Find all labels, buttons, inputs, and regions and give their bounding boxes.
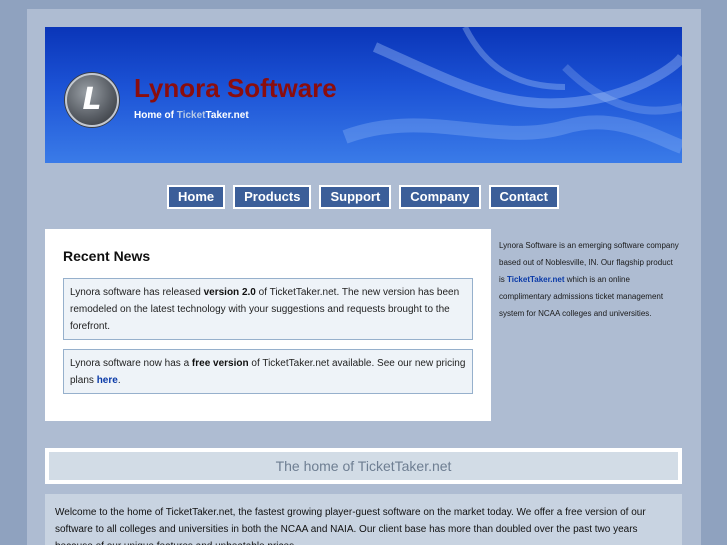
site-tagline: Home of TicketTaker.net	[134, 110, 249, 121]
nav-home-button[interactable]: Home	[167, 185, 226, 209]
page-container: L Lynora Software Home of TicketTaker.ne…	[27, 9, 701, 545]
recent-news-heading: Recent News	[63, 248, 151, 264]
news-item: Lynora software has released version 2.0…	[63, 278, 473, 340]
news-item-2-bold: free version	[191, 358, 249, 369]
news-item-1-bold: version 2.0	[203, 287, 256, 298]
tagline-taker: Taker.net	[205, 110, 249, 121]
home-banner: The home of TicketTaker.net	[45, 448, 682, 484]
recent-news-panel: Recent News Lynora software has released…	[45, 229, 491, 421]
logo-letter: L	[82, 82, 102, 117]
nav-products-button[interactable]: Products	[233, 185, 312, 209]
nav-support-button[interactable]: Support	[319, 185, 392, 209]
news-item: Lynora software now has a free version o…	[63, 349, 473, 394]
logo-icon[interactable]: L	[65, 73, 119, 127]
tickettaker-link[interactable]: TicketTaker.net	[507, 275, 565, 284]
main-nav: Home Products Support Company Contact	[167, 185, 559, 209]
site-title[interactable]: Lynora Software	[134, 73, 337, 104]
pricing-plans-link[interactable]: here	[97, 375, 118, 386]
news-item-2-text-a: Lynora software now has a	[70, 358, 192, 369]
site-header: L Lynora Software Home of TicketTaker.ne…	[45, 27, 682, 163]
news-item-1-text-a: Lynora software has released	[70, 287, 204, 298]
company-description: Lynora Software is an emerging software …	[499, 237, 679, 322]
home-banner-title: The home of TicketTaker.net	[49, 452, 678, 480]
tagline-ticket: Ticket	[176, 110, 206, 121]
nav-contact-button[interactable]: Contact	[488, 185, 559, 209]
nav-company-button[interactable]: Company	[399, 185, 481, 209]
news-item-2-text-c: .	[117, 375, 121, 386]
welcome-text: Welcome to the home of TicketTaker.net, …	[45, 494, 682, 545]
tagline-prefix: Home of	[134, 110, 177, 121]
